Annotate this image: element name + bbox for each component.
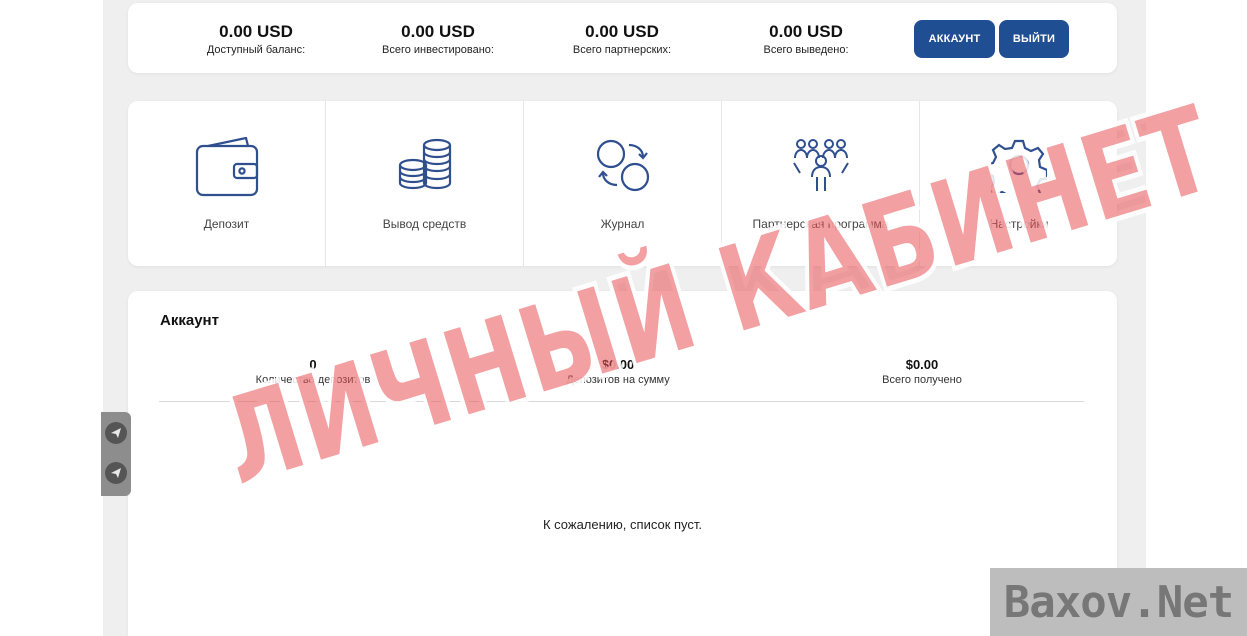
panel-title: Аккаунт — [160, 312, 219, 329]
stat-label: Всего партнерских: — [572, 44, 672, 56]
telegram-icon[interactable] — [105, 422, 127, 444]
menu-label: Настройки — [989, 217, 1049, 231]
menu-item-journal[interactable]: Журнал — [524, 101, 722, 266]
menu-label: Вывод средств — [382, 217, 467, 231]
balance-bar: 0.00 USD Доступный баланс: 0.00 USD Всег… — [128, 3, 1117, 73]
stat-label: Депозитов на сумму — [566, 374, 670, 386]
menu-label: Партнерская программа — [752, 217, 889, 231]
stat-label: Всего инвестировано: — [382, 44, 494, 56]
stat-total-withdrawn: 0.00 USD Всего выведено: — [716, 22, 896, 57]
account-panel: Аккаунт 0 Количество депозитов $0.00 Деп… — [128, 291, 1117, 636]
stat-label: Доступный баланс: — [206, 44, 306, 56]
empty-list-message: К сожалению, список пуст. — [542, 517, 703, 532]
menu-item-referral[interactable]: Партнерская программа — [722, 101, 920, 266]
team-icon — [792, 137, 850, 198]
gear-icon — [984, 137, 1049, 204]
account-stat-deposits-count: 0 Количество депозитов — [213, 357, 413, 386]
page: 0.00 USD Доступный баланс: 0.00 USD Всег… — [0, 0, 1247, 636]
menu-item-deposit[interactable]: Депозит — [128, 101, 326, 266]
menu-item-withdraw[interactable]: Вывод средств — [326, 101, 524, 266]
stat-label: Всего получено — [882, 374, 962, 386]
brand-text: Baxov.Net — [1003, 576, 1234, 628]
stat-label: Количество депозитов — [255, 374, 371, 386]
stat-value: 0.00 USD — [401, 22, 475, 41]
stat-total-referral: 0.00 USD Всего партнерских: — [532, 22, 712, 57]
stat-label: Всего выведено: — [763, 44, 849, 56]
exchange-icon — [595, 137, 651, 198]
stat-value: 0 — [309, 357, 317, 372]
menu-item-settings[interactable]: Настройки — [920, 101, 1118, 266]
cabinet-menu: Депозит Вывод средств Журнал Партнерская… — [128, 101, 1117, 266]
stat-available-balance: 0.00 USD Доступный баланс: — [166, 22, 346, 57]
stat-value: 0.00 USD — [219, 22, 293, 41]
account-button[interactable]: АККАУНТ — [914, 20, 995, 58]
logout-button[interactable]: ВЫЙТИ — [999, 20, 1069, 58]
telegram-icon[interactable] — [105, 462, 127, 484]
social-sidebar — [101, 412, 131, 496]
stat-total-invested: 0.00 USD Всего инвестировано: — [348, 22, 528, 57]
stat-value: $0.00 — [601, 357, 635, 372]
coins-icon — [396, 137, 454, 198]
stat-value: $0.00 — [905, 357, 939, 372]
wallet-icon — [194, 136, 260, 204]
account-stat-deposits-sum: $0.00 Депозитов на сумму — [518, 357, 718, 386]
account-stat-total-received: $0.00 Всего получено — [822, 357, 1022, 386]
menu-label: Журнал — [600, 217, 645, 231]
divider — [159, 401, 1084, 402]
stat-value: 0.00 USD — [585, 22, 659, 41]
menu-label: Депозит — [203, 217, 250, 231]
stat-value: 0.00 USD — [769, 22, 843, 41]
brand-watermark: Baxov.Net — [990, 568, 1247, 636]
